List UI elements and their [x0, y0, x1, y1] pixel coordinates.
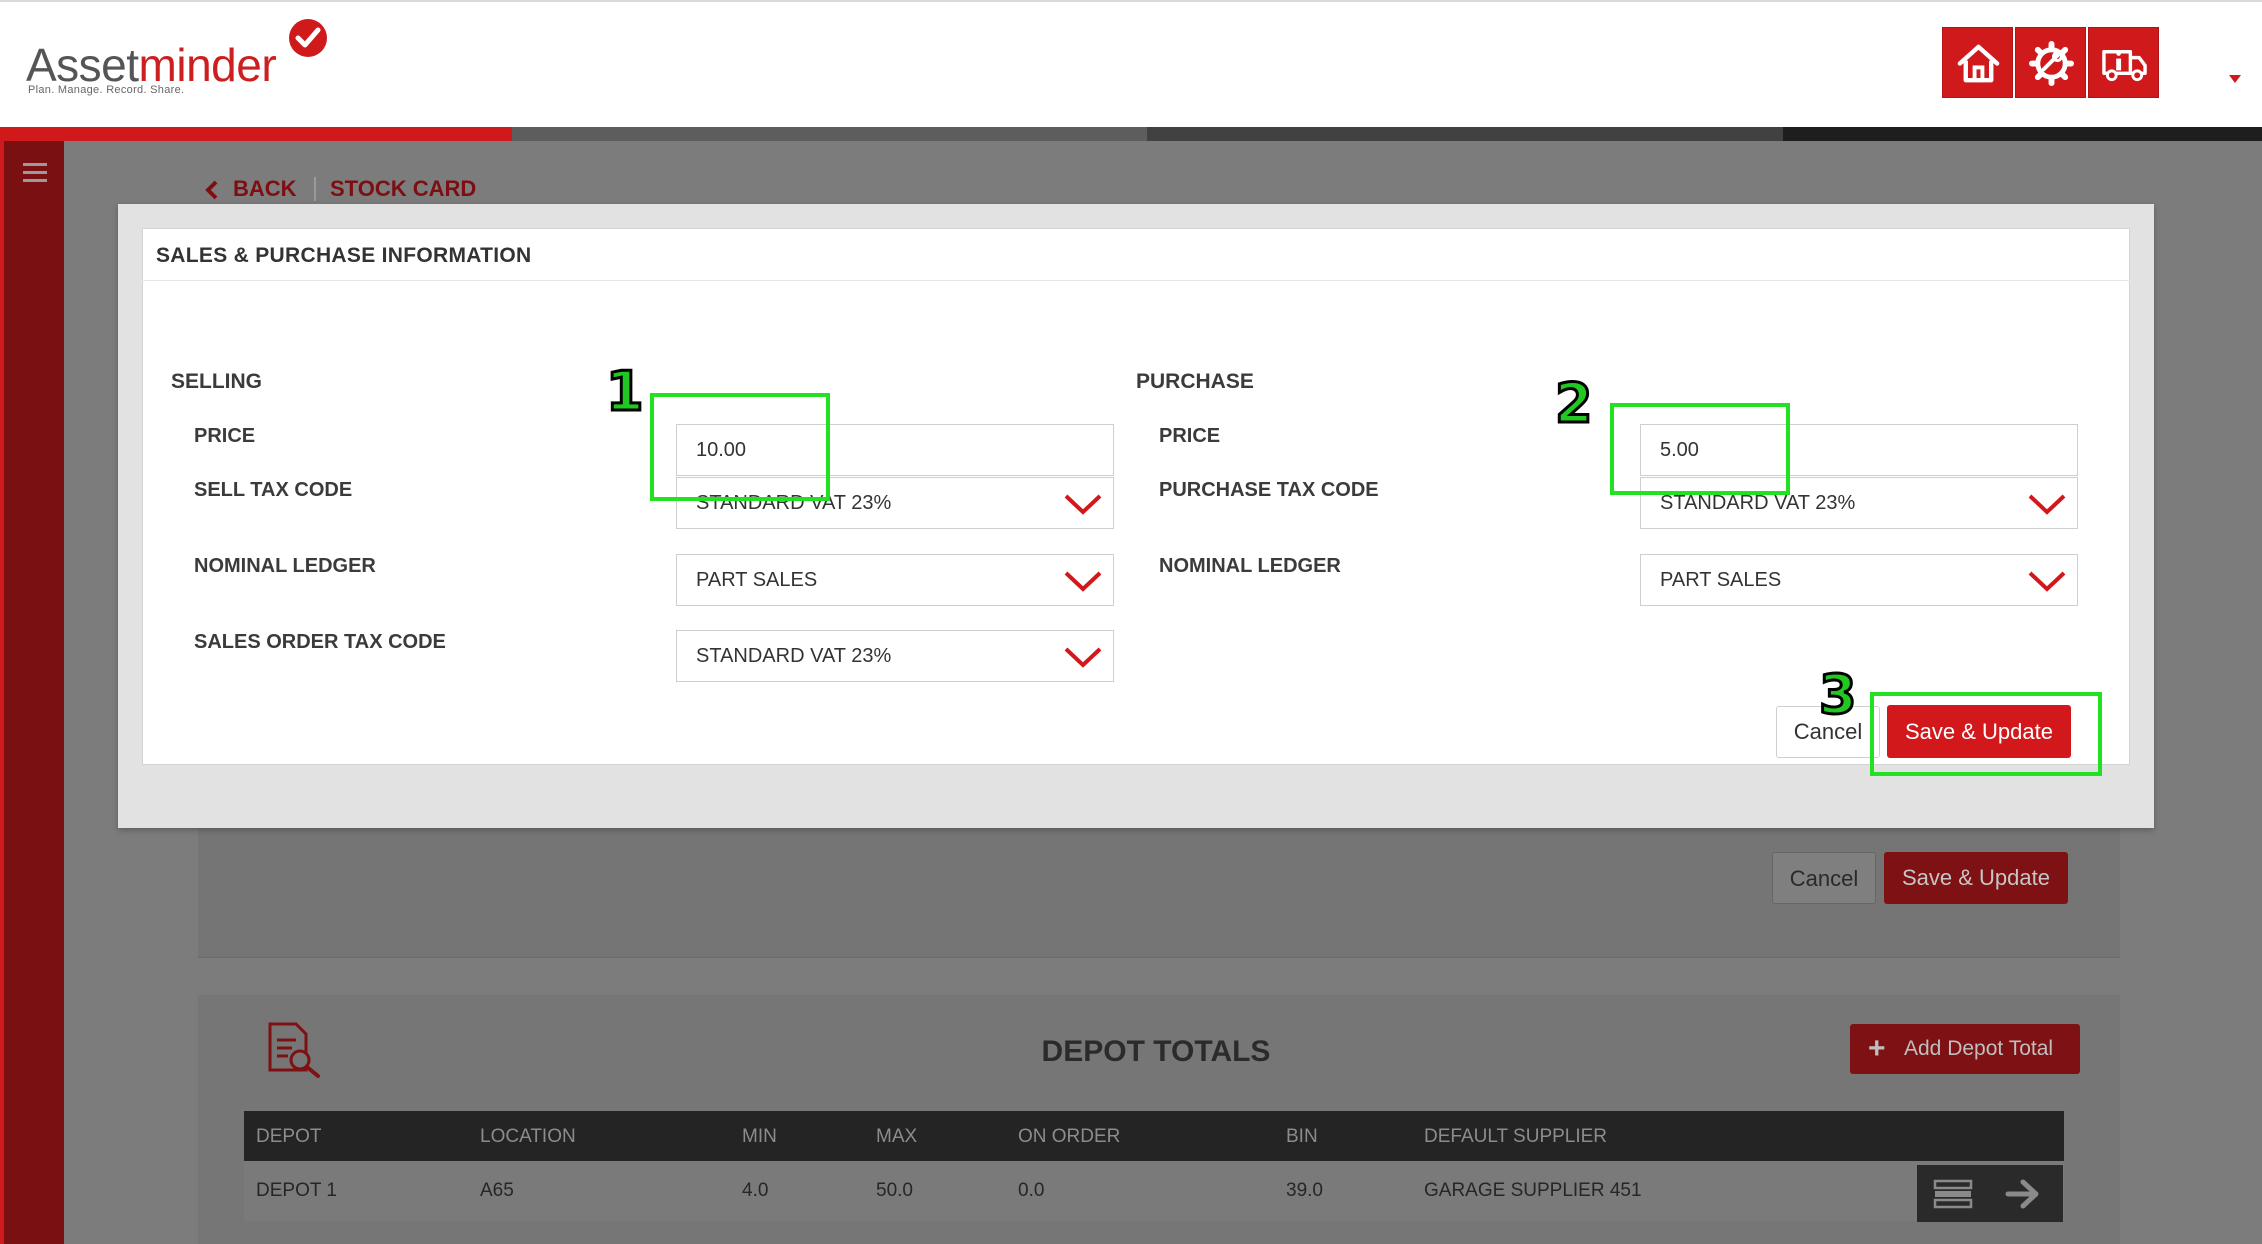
- chevron-down-icon: [2028, 494, 2066, 515]
- annotation-number-3: 3: [1818, 663, 1859, 726]
- chevron-down-icon: [1064, 494, 1102, 515]
- annotation-box-2: [1610, 403, 1790, 495]
- purchase-nominal-ledger-select[interactable]: PART SALES: [1640, 554, 2078, 606]
- sidebar-accent: [0, 141, 4, 1244]
- background-cancel-button[interactable]: Cancel: [1772, 852, 1876, 904]
- chevron-down-icon: [2028, 571, 2066, 592]
- add-depot-total-button[interactable]: + Add Depot Total: [1850, 1024, 2080, 1074]
- cell-on-order: 0.0: [1018, 1180, 1045, 1201]
- sell-tax-code-label: SELL TAX CODE: [194, 479, 353, 501]
- column-header-depot: DEPOT: [256, 1126, 322, 1147]
- cell-default-supplier: GARAGE SUPPLIER 451: [1424, 1180, 1642, 1201]
- selling-nominal-ledger-select[interactable]: PART SALES: [676, 554, 1114, 606]
- plus-icon: +: [1868, 1032, 1886, 1065]
- annotation-box-1: [650, 393, 830, 501]
- annotation-box-3: [1870, 692, 2102, 776]
- modal-title: SALES & PURCHASE INFORMATION: [156, 244, 532, 267]
- selling-heading: SELLING: [171, 370, 263, 393]
- annotation-number-1: 1: [605, 360, 646, 423]
- cell-bin: 39.0: [1286, 1180, 1323, 1201]
- purchase-price-label: PRICE: [1159, 425, 1221, 447]
- user-menu-caret-icon[interactable]: [2229, 75, 2241, 83]
- settings-gear-icon: [2028, 40, 2075, 87]
- cell-location: A65: [480, 1180, 514, 1201]
- selling-nominal-ledger-value: PART SALES: [696, 569, 818, 591]
- settings-button[interactable]: [2015, 27, 2086, 98]
- document-search-icon: [268, 1022, 320, 1078]
- table-row[interactable]: [244, 1161, 2064, 1221]
- modal-divider: [142, 280, 2130, 281]
- cell-min: 4.0: [742, 1180, 769, 1201]
- sales-order-tax-code-select[interactable]: STANDARD VAT 23%: [676, 630, 1114, 682]
- home-button[interactable]: [1942, 27, 2013, 98]
- home-icon: [1957, 44, 2000, 83]
- cell-depot: DEPOT 1: [256, 1180, 337, 1201]
- logo-tagline: Plan. Manage. Record. Share.: [28, 84, 185, 96]
- chevron-down-icon: [1064, 571, 1102, 592]
- assetminder-logo[interactable]: Assetminder Plan. Manage. Record. Share.: [26, 19, 346, 102]
- hamburger-menu-icon[interactable]: [23, 163, 47, 183]
- sales-order-tax-code-value: STANDARD VAT 23%: [696, 645, 892, 667]
- purchase-heading: PURCHASE: [1136, 370, 1254, 393]
- purchase-tax-code-label: PURCHASE TAX CODE: [1159, 479, 1379, 501]
- chevron-left-icon: [205, 180, 218, 200]
- truck-info-icon: [2102, 50, 2147, 82]
- depot-totals-title: DEPOT TOTALS: [1041, 1035, 1271, 1068]
- purchase-nominal-ledger-label: NOMINAL LEDGER: [1159, 555, 1341, 577]
- breadcrumb-separator: [314, 177, 316, 201]
- background-save-update-button[interactable]: Save & Update: [1884, 852, 2068, 904]
- checkmark-badge-icon: [289, 19, 327, 57]
- arrow-right-icon[interactable]: [2005, 1177, 2041, 1211]
- column-header-location: LOCATION: [480, 1126, 576, 1147]
- cell-max: 50.0: [876, 1180, 913, 1201]
- column-header-max: MAX: [876, 1126, 918, 1147]
- add-depot-total-label: Add Depot Total: [1904, 1037, 2054, 1060]
- annotation-number-2: 2: [1554, 372, 1595, 435]
- list-details-icon[interactable]: [1933, 1179, 1973, 1209]
- column-header-bin: BIN: [1286, 1126, 1318, 1147]
- breadcrumb-stock-card[interactable]: STOCK CARD: [330, 176, 476, 202]
- step-progress-bar: [0, 127, 2262, 141]
- logo-wordmark: Assetminder: [26, 39, 277, 91]
- back-link[interactable]: BACK: [233, 176, 297, 202]
- sales-order-tax-code-label: SALES ORDER TAX CODE: [194, 631, 446, 653]
- column-header-default-supplier: DEFAULT SUPPLIER: [1424, 1126, 1608, 1147]
- app-header: Assetminder Plan. Manage. Record. Share.: [0, 0, 2262, 127]
- column-header-on-order: ON ORDER: [1018, 1126, 1121, 1147]
- row-actions: [1917, 1165, 2063, 1222]
- column-header-min: MIN: [742, 1126, 777, 1147]
- purchase-nominal-ledger-value: PART SALES: [1660, 569, 1782, 591]
- chevron-down-icon: [1064, 647, 1102, 668]
- sidebar: [0, 141, 64, 1244]
- selling-price-label: PRICE: [194, 425, 256, 447]
- selling-nominal-ledger-label: NOMINAL LEDGER: [194, 555, 376, 577]
- vehicle-info-button[interactable]: [2088, 27, 2159, 98]
